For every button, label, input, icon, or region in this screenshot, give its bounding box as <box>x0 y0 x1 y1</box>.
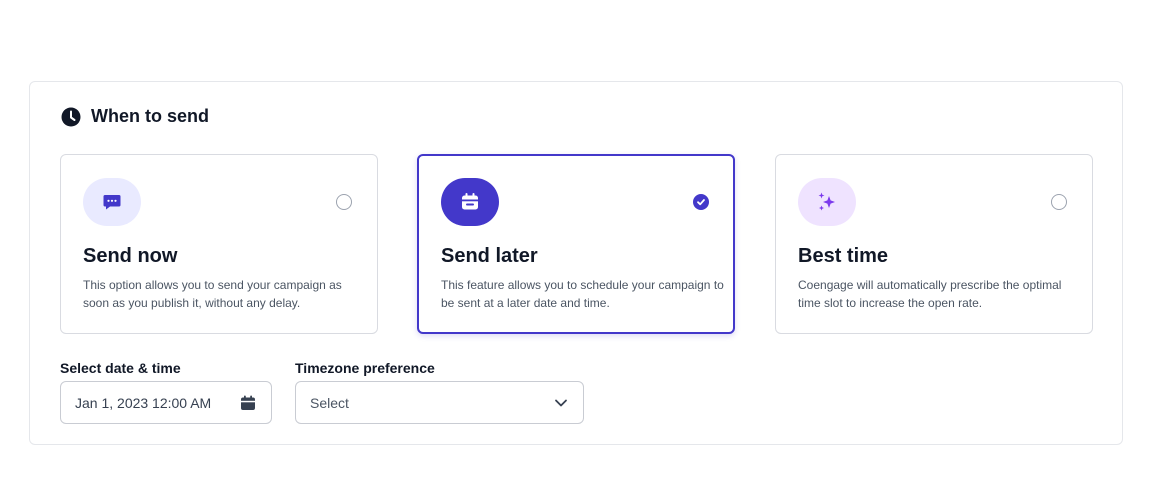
calendar-icon <box>459 191 481 213</box>
option-title: Send later <box>441 245 538 267</box>
option-description: Coengage will automatically prescribe th… <box>798 278 1062 310</box>
calendar-icon-badge <box>441 178 499 226</box>
clock-icon <box>61 107 81 127</box>
radio-send-now[interactable] <box>336 194 352 210</box>
option-title: Send now <box>83 245 178 267</box>
option-title: Best time <box>798 245 889 267</box>
chevron-down-icon <box>553 395 569 411</box>
calendar-icon[interactable] <box>239 394 257 412</box>
sparkles-icon-badge <box>798 178 856 226</box>
chat-bubble-icon-badge <box>83 178 141 226</box>
section-title: When to send <box>91 106 209 126</box>
section-header: When to send <box>61 106 209 127</box>
timezone-value: Select <box>310 394 349 411</box>
radio-send-later-checked[interactable] <box>693 194 709 210</box>
chat-bubble-icon <box>102 192 122 212</box>
option-card-best-time[interactable]: Best time Coengage will automatically pr… <box>775 154 1093 334</box>
timezone-select[interactable]: Select <box>295 381 584 424</box>
date-time-value: Jan 1, 2023 12:00 AM <box>75 394 212 411</box>
option-card-send-later[interactable]: Send later This feature allows you to sc… <box>417 154 735 334</box>
timezone-label: Timezone preference <box>295 360 435 376</box>
date-time-input[interactable]: Jan 1, 2023 12:00 AM <box>60 381 272 424</box>
sparkles-icon <box>815 190 839 214</box>
option-card-send-now[interactable]: Send now This option allows you to send … <box>60 154 378 334</box>
option-description: This option allows you to send your camp… <box>83 278 342 310</box>
date-time-label: Select date & time <box>60 360 181 376</box>
option-description: This feature allows you to schedule your… <box>441 278 724 310</box>
radio-best-time[interactable] <box>1051 194 1067 210</box>
